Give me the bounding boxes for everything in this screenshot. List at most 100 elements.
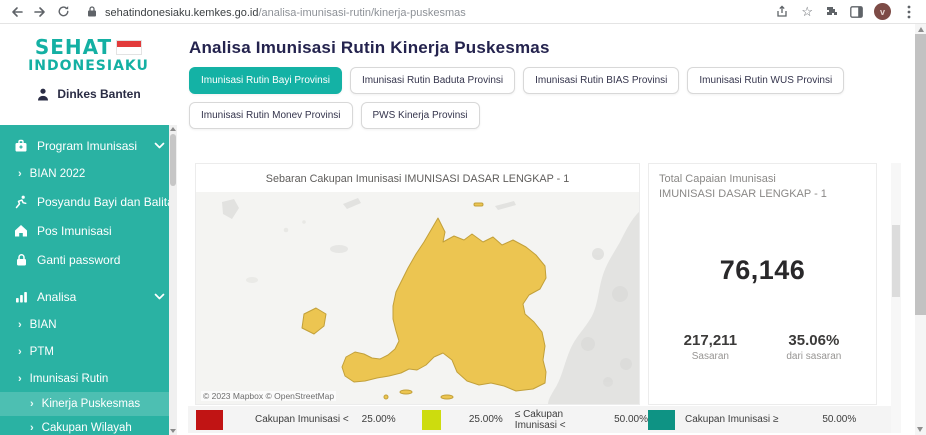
legend-label: Cakupan Imunisasi < <box>255 414 349 425</box>
extensions-icon[interactable] <box>824 5 838 19</box>
scroll-up-arrow[interactable] <box>918 27 924 32</box>
percent-value: 35.06% <box>786 332 841 349</box>
scrollbar-thumb[interactable] <box>892 225 900 297</box>
sidebar-item-label: Cakupan Wilayah <box>42 422 132 434</box>
chevron-right-icon: › <box>30 398 34 410</box>
user-account[interactable]: Dinkes Banten <box>0 87 177 101</box>
sidebar-item-ganti-password[interactable]: Ganti password <box>0 245 177 274</box>
legend-item-mid: 25.00% ≤ Cakupan Imunisasi < 50.00% <box>422 409 648 431</box>
sidebar-item-program-imunisasi[interactable]: Program Imunisasi <box>0 131 177 160</box>
padlock-icon <box>14 253 28 267</box>
sidebar-item-label: BIAN 2022 <box>30 168 86 180</box>
sidebar-item-pos-imunisasi[interactable]: Pos Imunisasi <box>0 216 177 245</box>
bookmark-icon[interactable]: ☆ <box>801 5 813 18</box>
runner-icon <box>14 195 28 209</box>
app-logo: SEHAT INDONESIAKU <box>0 24 177 74</box>
chevron-right-icon: › <box>18 168 22 180</box>
sidebar-item-ptm[interactable]: › PTM <box>0 338 177 365</box>
map-attribution[interactable]: © 2023 Mapbox © OpenStreetMap <box>201 391 336 401</box>
legend-value: 25.00% <box>469 414 503 425</box>
sidebar-item-label: Imunisasi Rutin <box>30 373 109 385</box>
person-icon <box>36 87 50 101</box>
chevron-right-icon: › <box>18 373 22 385</box>
user-name: Dinkes Banten <box>57 87 140 101</box>
tab-imunisasi-rutin-baduta-provinsi[interactable]: Imunisasi Rutin Baduta Provinsi <box>350 67 515 94</box>
sidebar-item-label: Kinerja Puskesmas <box>42 398 140 410</box>
back-icon[interactable] <box>10 5 24 19</box>
choropleth-map[interactable] <box>196 192 640 405</box>
chevron-down-icon <box>154 142 165 150</box>
chevron-down-icon <box>154 293 165 301</box>
legend-value: 50.00% <box>614 414 648 425</box>
scroll-down-arrow[interactable] <box>917 427 923 432</box>
url-domain: sehatindonesiaku.kemkes.go.id <box>105 7 258 19</box>
sasaran-value: 217,211 <box>684 332 737 349</box>
map-card: Sebaran Cakupan Imunisasi IMUNISASI DASA… <box>195 163 640 405</box>
sidebar-item-label: Program Imunisasi <box>37 139 137 153</box>
scroll-up-arrow[interactable] <box>170 127 176 131</box>
sidebar-item-label: Analisa <box>37 290 76 304</box>
chevron-right-icon: › <box>18 346 22 358</box>
tab-imunisasi-rutin-wus-provinsi[interactable]: Imunisasi Rutin WUS Provinsi <box>687 67 844 94</box>
forward-icon[interactable] <box>33 5 47 19</box>
sidebar-scrollbar[interactable] <box>169 125 177 435</box>
tab-imunisasi-rutin-monev-provinsi[interactable]: Imunisasi Rutin Monev Provinsi <box>189 102 353 129</box>
chevron-right-icon: › <box>30 422 34 434</box>
sidebar-item-bian[interactable]: › BIAN <box>0 311 177 338</box>
sidebar-menu: Program Imunisasi › BIAN 2022 Posyandu B… <box>0 125 177 435</box>
screen: sehatindonesiaku.kemkes.go.id/analisa-im… <box>0 0 926 435</box>
sasaran-metric: 217,211 Sasaran <box>684 332 737 362</box>
legend-swatch-red <box>196 410 223 430</box>
sidebar-item-analisa[interactable]: Analisa <box>0 282 177 311</box>
reload-icon[interactable] <box>56 5 70 19</box>
percent-metric: 35.06% dari sasaran <box>786 332 841 362</box>
total-card-title: Total Capaian Imunisasi IMUNISASI DASAR … <box>659 172 866 203</box>
legend-value: 25.00% <box>362 414 396 425</box>
sidebar-item-cakupan-wilayah[interactable]: › Cakupan Wilayah <box>0 416 177 435</box>
tab-imunisasi-rutin-bayi-provinsi[interactable]: Imunisasi Rutin Bayi Provinsi <box>189 67 342 94</box>
toolbar-actions: ☆ v <box>776 3 916 20</box>
menu-icon[interactable] <box>902 5 916 19</box>
legend-swatch-teal <box>648 410 675 430</box>
scrollbar-thumb[interactable] <box>170 134 176 186</box>
total-card-metrics: 217,211 Sasaran 35.06% dari sasaran <box>659 332 866 362</box>
tab-pws-kinerja-provinsi[interactable]: PWS Kinerja Provinsi <box>361 102 480 129</box>
legend-item-high: Cakupan Imunisasi ≥ 50.00% <box>648 410 856 430</box>
sidebar-item-label: Posyandu Bayi dan Balita <box>37 195 174 209</box>
sidebar-item-posyandu-bayi-dan-balita[interactable]: Posyandu Bayi dan Balita <box>0 187 177 216</box>
home-icon <box>14 224 28 238</box>
total-card: Total Capaian Imunisasi IMUNISASI DASAR … <box>648 163 877 405</box>
scrollbar-thumb[interactable] <box>915 34 926 315</box>
legend-item-low: Cakupan Imunisasi < 25.00% <box>188 410 422 430</box>
dashboard-scrollbar[interactable] <box>891 163 901 433</box>
scroll-down-arrow[interactable] <box>170 429 176 433</box>
legend-label: ≤ Cakupan Imunisasi < <box>515 409 586 431</box>
tab-bar: Imunisasi Rutin Bayi Provinsi Imunisasi … <box>189 67 879 129</box>
page-scrollbar[interactable] <box>915 24 926 435</box>
sidebar-item-imunisasi-rutin[interactable]: › Imunisasi Rutin <box>0 365 177 392</box>
sidebar-item-label: PTM <box>30 346 54 358</box>
profile-avatar[interactable]: v <box>874 3 891 20</box>
map-legend: Cakupan Imunisasi < 25.00% 25.00% ≤ Caku… <box>188 406 891 433</box>
percent-label: dari sasaran <box>786 351 841 362</box>
address-bar[interactable]: sehatindonesiaku.kemkes.go.id/analisa-im… <box>85 3 767 21</box>
sidebar-item-label: Ganti password <box>37 253 120 267</box>
logo-text-top: SEHAT <box>35 35 112 59</box>
total-value: 76,146 <box>659 255 866 286</box>
tab-imunisasi-rutin-bias-provinsi[interactable]: Imunisasi Rutin BIAS Provinsi <box>523 67 679 94</box>
main-content: Analisa Imunisasi Rutin Kinerja Puskesma… <box>177 24 915 435</box>
url-text: sehatindonesiaku.kemkes.go.id/analisa-im… <box>105 3 466 21</box>
sidebar-item-label: BIAN <box>30 319 57 331</box>
sidebar-item-kinerja-puskesmas[interactable]: › Kinerja Puskesmas <box>0 392 177 416</box>
legend-swatch-yellow <box>422 410 441 430</box>
sidebar-item-bian-2022[interactable]: › BIAN 2022 <box>0 160 177 187</box>
total-card-title-line2: IMUNISASI DASAR LENGKAP - 1 <box>659 188 827 200</box>
side-panel-icon[interactable] <box>849 5 863 19</box>
share-icon[interactable] <box>776 5 790 19</box>
legend-value: 50.00% <box>822 414 856 425</box>
dashboard: Sebaran Cakupan Imunisasi IMUNISASI DASA… <box>186 163 906 435</box>
sidebar: SEHAT INDONESIAKU Dinkes Banten Program … <box>0 24 177 435</box>
page-title: Analisa Imunisasi Rutin Kinerja Puskesma… <box>189 38 915 58</box>
sasaran-label: Sasaran <box>684 351 737 362</box>
total-card-title-line1: Total Capaian Imunisasi <box>659 173 776 185</box>
